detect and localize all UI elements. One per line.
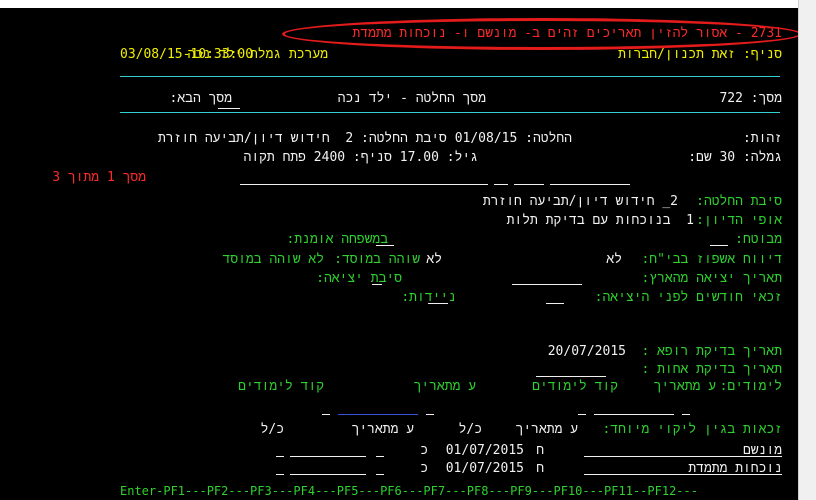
studies-label: לימודים: xyxy=(719,379,782,394)
row2-field-a[interactable] xyxy=(376,474,384,475)
system-subtitle: מערכת גמלת ילד נכה xyxy=(187,47,329,62)
institution-desc: לא שוהה במוסד xyxy=(222,252,324,267)
bar-divider xyxy=(120,112,780,113)
row1-date[interactable]: 01/07/2015 xyxy=(446,443,524,459)
row1-flag[interactable]: ח xyxy=(536,443,544,459)
institution-field[interactable]: לא xyxy=(426,252,442,268)
field-underline-2 xyxy=(494,184,508,185)
insured-label: מבוטח: xyxy=(735,232,782,247)
studies-from-2: ע מתאריך xyxy=(413,379,476,394)
nurse-date-label: תאריך בדיקת אחות : xyxy=(641,362,782,377)
row2-flag[interactable]: ח xyxy=(536,461,544,477)
terminal-screen: 2731 - אסור להזין תאריכים זהים ב- מונשם … xyxy=(0,0,798,500)
studies-from-1: ע מתאריך xyxy=(653,379,716,394)
foster-field[interactable] xyxy=(376,245,394,246)
mobility-field[interactable] xyxy=(428,303,448,304)
exit-reason-label: סיבת יציאה: xyxy=(316,271,402,286)
field-underline-3 xyxy=(514,184,544,185)
page-indicator: מסך 1 מתוך 3 xyxy=(52,170,146,185)
header-divider xyxy=(120,76,780,77)
row1-yn[interactable]: כ xyxy=(420,443,428,459)
row1-underline xyxy=(584,456,782,457)
row2-field-b[interactable] xyxy=(290,474,366,475)
studies-field-a[interactable] xyxy=(322,414,330,415)
discussion-field[interactable]: 1 בנוכחות עם בדיקת תלות xyxy=(507,213,694,229)
branch-label: סניף: זאת תכנון/חברות xyxy=(618,47,782,62)
institution-label: שוהה במוסד: xyxy=(334,252,420,267)
exit-date-label: תאריך יציאה מהארץ: xyxy=(641,271,783,286)
hosp-label: דיווח אשפוז בבי"ח: xyxy=(641,252,782,267)
studies-field-c[interactable] xyxy=(426,414,434,415)
error-highlight-circle xyxy=(282,18,798,50)
months-label: זכאי חודשים לפני היציאה: xyxy=(594,290,782,305)
studies-code-1: קוד לימודים xyxy=(532,379,618,394)
doctor-date-label: תאריך בדיקת רופא : xyxy=(641,344,782,359)
field-underline-1 xyxy=(240,184,488,185)
col-from-2: ע מתאריך xyxy=(351,422,414,437)
special-label: זכאות בגין ליקוי מיוחד: xyxy=(602,422,782,437)
screen-number: מסך: 722 xyxy=(719,91,782,106)
row1-field-b[interactable] xyxy=(290,456,366,457)
foster-label: במשפחה אומנת: xyxy=(286,232,388,247)
id-label: זהות: xyxy=(742,131,782,146)
row2-field-c[interactable] xyxy=(276,474,284,475)
nurse-date-field[interactable] xyxy=(536,376,606,377)
row1-field-c[interactable] xyxy=(276,456,284,457)
exit-reason-field[interactable] xyxy=(372,284,382,285)
next-screen-underline xyxy=(218,108,240,109)
row2-date[interactable]: 01/07/2015 xyxy=(446,461,524,477)
studies-field-f[interactable] xyxy=(682,414,690,415)
doctor-date-field[interactable]: 20/07/2015 xyxy=(548,344,626,360)
row2-underline xyxy=(584,474,782,475)
hosp-field[interactable]: לא xyxy=(606,252,622,268)
studies-code-2: קוד לימודים xyxy=(238,379,324,394)
insured-field[interactable] xyxy=(710,245,728,246)
benefit-line: גמלה: 30 שם: xyxy=(688,150,782,165)
screen-title: מסך החלטה - ילד נכה xyxy=(337,91,486,106)
row2-yn[interactable]: כ xyxy=(420,461,428,477)
col-yn-1: כ/ל xyxy=(458,422,482,437)
field-underline-4 xyxy=(550,184,630,185)
studies-field-e[interactable] xyxy=(594,414,674,415)
reason-field[interactable]: 2_ חידוש דיון/תביעה חוזרת xyxy=(483,194,678,210)
months-field[interactable] xyxy=(546,303,564,304)
col-yn-2: כ/ל xyxy=(260,422,284,437)
reason-label: סיבת החלטה: xyxy=(696,194,782,209)
exit-date-field[interactable] xyxy=(512,284,582,285)
function-keys-bar[interactable]: Enter-PF1---PF2---PF3---PF4---PF5---PF6-… xyxy=(120,483,698,499)
top-strip xyxy=(0,0,798,8)
row1-field-a[interactable] xyxy=(376,456,384,457)
vertical-scrollbar[interactable] xyxy=(798,0,816,500)
age-branch-line: גיל: 17.00 סניף: 2400 פתח תקוה xyxy=(243,150,478,165)
studies-field-d[interactable] xyxy=(578,414,586,415)
col-from-1: ע מתאריך xyxy=(515,422,578,437)
next-screen-label: מסך הבא: xyxy=(169,91,232,106)
decision-line: החלטה: 01/08/15 סיבת החלטה: 2 חידוש דיון… xyxy=(157,131,572,146)
studies-field-b[interactable] xyxy=(338,414,418,415)
discussion-label: אופי הדיון: xyxy=(696,213,782,228)
